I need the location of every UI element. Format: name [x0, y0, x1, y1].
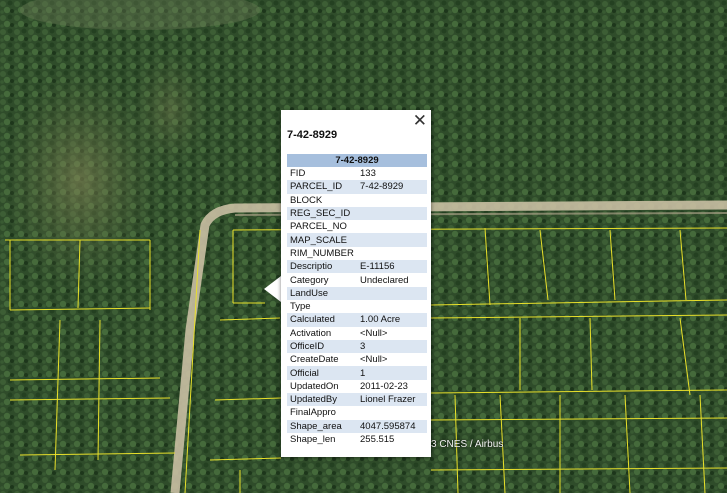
- attribute-key: FinalAppro: [290, 407, 336, 419]
- attribute-value: 7-42-8929: [357, 180, 427, 194]
- attribute-row: PARCEL_ID 7-42-8929: [287, 180, 427, 194]
- close-icon[interactable]: ✕: [413, 111, 427, 131]
- attribute-value: [357, 220, 427, 233]
- attribute-row: UpdatedBy Lionel Frazer: [287, 393, 427, 407]
- attribute-key: CreateDate: [290, 354, 339, 366]
- attribute-row: MAP_SCALE: [287, 233, 427, 247]
- attribute-key: PARCEL_NO: [290, 221, 347, 233]
- attribute-value: <Null>: [360, 354, 388, 366]
- attribute-value: 255.515: [360, 434, 395, 446]
- attribute-key: LandUse: [287, 286, 357, 300]
- attribute-key: UpdatedBy: [287, 393, 357, 407]
- attribute-key: OfficeID: [287, 339, 357, 354]
- attribute-key: Descriptio: [287, 260, 357, 274]
- attribute-row: PARCEL_NO: [287, 220, 427, 233]
- map-attribution: 3 CNES / Airbus: [431, 439, 504, 450]
- attribute-value: <Null>: [360, 327, 388, 339]
- attribute-value: [357, 247, 427, 260]
- attribute-row: CreateDate <Null>: [287, 353, 427, 366]
- attribute-row: RIM_NUMBER: [287, 247, 427, 260]
- attribute-row: Descriptio E-11156: [287, 260, 427, 274]
- attribute-value: [357, 286, 427, 300]
- attribute-row: UpdatedOn 2011-02-23: [287, 380, 427, 393]
- attribute-value: Lionel Frazer: [357, 393, 427, 407]
- attribute-key: Shape_len: [290, 434, 336, 446]
- attribute-key: BLOCK: [290, 194, 323, 206]
- popup-title: 7-42-8929: [287, 129, 338, 141]
- attribute-row: Type: [287, 300, 427, 313]
- attribute-key: PARCEL_ID: [287, 180, 357, 194]
- attribute-key: Shape_area: [287, 419, 357, 433]
- attribute-value: [357, 206, 427, 221]
- attribute-value: 4047.595874: [357, 419, 427, 433]
- attribute-row: LandUse: [287, 286, 427, 300]
- attribute-key: Official: [287, 366, 357, 380]
- attribute-row: Category Undeclared: [287, 273, 427, 286]
- attribute-value: 2011-02-23: [360, 380, 408, 392]
- attribute-value: [357, 300, 427, 313]
- popup-pointer: [264, 276, 281, 302]
- table-header: 7-42-8929: [287, 154, 427, 167]
- attribute-key: Category: [290, 274, 329, 286]
- attribute-value: 133: [360, 168, 376, 180]
- attribute-row: OfficeID 3: [287, 339, 427, 354]
- attribute-value: E-11156: [357, 260, 427, 274]
- attribute-value: [357, 233, 427, 247]
- attribute-key: Type: [290, 301, 311, 313]
- attribute-value: 1: [357, 366, 427, 380]
- attribute-row: FinalAppro: [287, 406, 427, 419]
- feature-popup: ✕ 7-42-8929 7-42-8929 FID 133 PARCEL_ID 7-4…: [281, 110, 431, 457]
- attribute-key: REG_SEC_ID: [287, 206, 357, 221]
- attribute-row: Shape_area 4047.595874: [287, 419, 427, 433]
- attribute-key: Activation: [290, 327, 332, 339]
- attribute-key: RIM_NUMBER: [290, 247, 354, 259]
- attribute-row: FID 133: [287, 167, 427, 180]
- attribute-row: BLOCK: [287, 194, 427, 207]
- attribute-row: Activation <Null>: [287, 327, 427, 340]
- attribute-value: Undeclared: [360, 274, 409, 286]
- attribute-table: 7-42-8929 FID 133 PARCEL_ID 7-42-8929 BLOCK R…: [287, 154, 427, 446]
- attribute-key: FID: [290, 168, 306, 180]
- attribute-row: Calculated 1.00 Acre: [287, 313, 427, 327]
- attribute-value: [357, 194, 427, 207]
- attribute-value: 3: [357, 339, 427, 354]
- attribute-key: UpdatedOn: [290, 380, 339, 392]
- attribute-value: 1.00 Acre: [357, 313, 427, 327]
- attribute-row: Shape_len 255.515: [287, 433, 427, 446]
- attribute-key: Calculated: [287, 313, 357, 327]
- attribute-row: REG_SEC_ID: [287, 206, 427, 221]
- attribute-row: Official 1: [287, 366, 427, 380]
- attribute-key: MAP_SCALE: [287, 233, 357, 247]
- attribute-value: [357, 406, 427, 419]
